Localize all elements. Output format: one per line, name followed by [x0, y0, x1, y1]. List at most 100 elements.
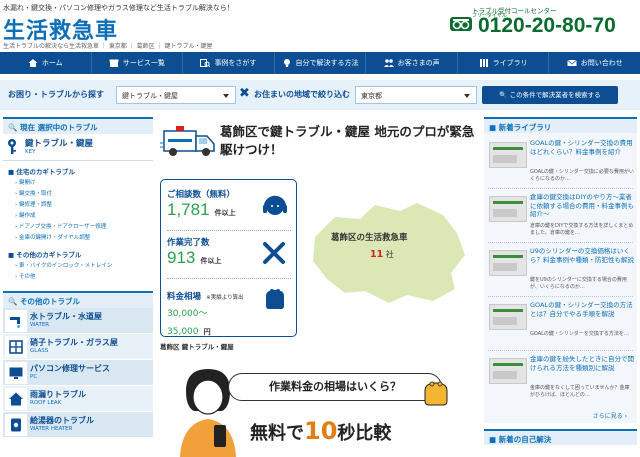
- coin-purse-icon: [424, 381, 448, 406]
- article-desc: 金庫の鍵をなくして困っていませんか？金庫がひらけば、ほとんどの…: [530, 385, 630, 398]
- subcategory-label: その他のカギトラブル: [16, 251, 82, 259]
- other-trouble-pc[interactable]: パソコン修理サービス PC: [3, 360, 153, 386]
- nav-label: ホーム: [41, 59, 63, 67]
- price-compare-banner[interactable]: 作業料金の相場はいくら？ 無料で10秒比較: [160, 357, 476, 457]
- key-icon: [8, 139, 16, 154]
- nav-home[interactable]: ホーム: [0, 52, 92, 74]
- rescue-truck-icon: [160, 126, 215, 156]
- nav-label: 自分で解決する方法: [295, 59, 359, 67]
- water-heater-icon: [5, 414, 27, 436]
- freedial-icon: [450, 17, 472, 31]
- nav-diy[interactable]: 自分で解決する方法: [275, 52, 367, 74]
- completed-label: 作業完了数: [167, 238, 210, 248]
- nav-library[interactable]: ライブラリ: [458, 52, 550, 74]
- faucet-icon: [5, 310, 27, 332]
- heading-label: 新着ライブラリ: [498, 123, 552, 132]
- price-stat: 料金相場 ※実績より算出 30,000〜 35,000 円: [167, 284, 244, 338]
- sub-link[interactable]: ドアノブ交換・ドアクローザー修理: [15, 222, 153, 233]
- phone-contact[interactable]: トラブル受付コールセンター フリーダイヤル 0120-20-80-70: [448, 4, 638, 44]
- search-submit-button[interactable]: 🔍 この条件で解決業者を検索する: [482, 86, 618, 104]
- trouble-sub: ROOF LEAK: [30, 400, 62, 406]
- nav-label: 事例をさがす: [214, 59, 257, 67]
- library-heading: ■ 新着ライブラリ: [484, 117, 637, 133]
- sub-link[interactable]: 鍵交換・取付: [15, 189, 153, 200]
- map-count: 11 社: [370, 249, 394, 260]
- library-item[interactable]: 金庫の鍵を紛失したときに自分で開けられる方法を種類別に解説 金庫の鍵をなくして困…: [488, 351, 634, 405]
- search-button-label: この条件で解決業者を検索する: [509, 91, 601, 99]
- completed-stat: 作業完了数 913 件以上: [167, 236, 221, 268]
- trouble-title: パソコン修理サービス: [30, 364, 110, 373]
- headline-part: 秒比較: [337, 423, 392, 444]
- library-item[interactable]: 倉庫の鍵交換はDIYのやり方〜業者に依頼する場合の費用・料金事例も紹介〜 倉庫の…: [488, 189, 634, 243]
- phone-number[interactable]: 0120-20-80-70: [478, 14, 616, 38]
- article-thumbnail: [489, 142, 527, 168]
- trouble-sub: WATER: [30, 322, 50, 328]
- trouble-title: 給湯器のトラブル: [30, 416, 94, 425]
- article-title[interactable]: GOALの鍵・シリンダー交換の費用はどれくらい？料金事例を紹介: [530, 139, 634, 156]
- nav-contact[interactable]: お問い合わせ: [549, 52, 640, 74]
- other-trouble-roof[interactable]: 雨漏りトラブル ROOF LEAK: [3, 386, 153, 412]
- library-item[interactable]: GOALの鍵・シリンダー交換の方法とは？自分でやる手順を解説 GOALの鍵・シリ…: [488, 297, 633, 351]
- trouble-sub: GLASS: [30, 348, 49, 354]
- nav-label: ライブラリ: [492, 59, 528, 67]
- other-trouble-glass[interactable]: 硝子トラブル・ガラス屋 GLASS: [3, 334, 153, 360]
- right-sidebar: ■ 新着ライブラリ GOALの鍵・シリンダー交換の費用はどれくらい？料金事例を紹…: [484, 117, 637, 455]
- sub-link[interactable]: 車・バイクのインロック・メトレイン: [15, 261, 153, 272]
- nav-cases[interactable]: 事例をさがす: [183, 52, 275, 74]
- current-trouble-key[interactable]: 鍵トラブル・鍵屋 KEY: [3, 134, 153, 161]
- area-select[interactable]: 東京都: [355, 86, 477, 104]
- subcategory-list: 鍵開け 鍵交換・取付 鍵修理・調整 鍵作成 ドアノブ交換・ドアクローザー修理 金…: [3, 178, 153, 244]
- banner-headline: 無料で10秒比較: [250, 417, 391, 445]
- headline-part: 無料で: [250, 423, 304, 444]
- wallet-icon: [266, 289, 284, 309]
- breadcrumb[interactable]: 生活トラブルの解決なら生活救急車 ｜ 東京都 ｜ 葛飾区 ｜ 鍵トラブル・鍵屋: [3, 41, 212, 50]
- sub-link[interactable]: 鍵開け: [15, 178, 153, 189]
- window-icon: [5, 336, 27, 358]
- consult-value: 1,781: [167, 200, 210, 219]
- price-value-max: 35,000: [167, 327, 199, 337]
- trouble-title: 水トラブル・水道屋: [30, 312, 102, 321]
- other-trouble-heater[interactable]: 給湯器のトラブル WATER HEATER: [3, 412, 153, 438]
- trouble-select[interactable]: 鍵トラブル・鍵屋: [116, 86, 236, 104]
- nav-voices[interactable]: お客さまの声: [366, 52, 458, 74]
- close-icon: ✖: [239, 86, 250, 101]
- current-trouble-title: 鍵トラブル・鍵屋: [25, 139, 94, 149]
- left-sidebar: 🔍 現在 選択中のトラブル 鍵トラブル・鍵屋 KEY ■ 住宅のカギトラブル 鍵…: [3, 117, 153, 455]
- map-count-value: 11: [370, 249, 384, 260]
- article-title[interactable]: 金庫の鍵を紛失したときに自分で開けられる方法を種類別に解説: [530, 355, 634, 372]
- sub-link[interactable]: 鍵作成: [15, 211, 153, 222]
- price-value-min: 30,000〜: [167, 309, 208, 319]
- house-icon: [5, 388, 27, 410]
- tools-icon: [263, 242, 285, 264]
- map-count-unit: 社: [385, 250, 394, 259]
- completed-value: 913: [167, 248, 196, 267]
- nav-label: お問い合わせ: [580, 59, 623, 67]
- article-thumbnail: [489, 250, 527, 276]
- more-link[interactable]: さらに見る ›: [484, 407, 637, 423]
- article-title[interactable]: U9のシリンダーの交換価格はいくら？料金事例や種類・防犯性も解説: [530, 247, 634, 264]
- sub-link[interactable]: その他: [15, 272, 153, 283]
- search-case-icon: [200, 59, 211, 68]
- nav-label: お客さまの声: [397, 59, 440, 67]
- section-title: 葛飾区 鍵トラブル・鍵屋: [160, 343, 234, 351]
- price-unit: 円: [203, 328, 211, 336]
- article-title[interactable]: GOALの鍵・シリンダー交換の方法とは？自分でやる手順を解説: [530, 301, 634, 318]
- article-title[interactable]: 倉庫の鍵交換はDIYのやり方〜業者に依頼する場合の費用・料金事例も紹介〜: [530, 193, 634, 219]
- sub-link[interactable]: 鍵修理・調整: [15, 200, 153, 211]
- consult-unit: 件以上: [214, 209, 236, 217]
- sub-link[interactable]: 金庫の鍵開け・ダイヤル調整: [15, 233, 153, 244]
- nav-label: サービス一覧: [122, 59, 165, 67]
- other-trouble-water[interactable]: 水トラブル・水道屋 WATER: [3, 308, 153, 334]
- nav-services[interactable]: サービス一覧: [92, 52, 184, 74]
- library-item[interactable]: GOALの鍵・シリンダー交換の費用はどれくらい？料金事例を紹介 GOALの鍵・シ…: [488, 135, 634, 189]
- heading-label: その他のトラブル: [19, 297, 80, 306]
- price-label: 料金相場: [167, 292, 202, 302]
- subcategory-list: 車・バイクのインロック・メトレイン その他: [3, 261, 153, 283]
- people-icon: [383, 59, 394, 67]
- main-nav: ホーム サービス一覧 事例をさがす 自分で解決する方法 お客さまの声 ライブラリ…: [0, 52, 640, 74]
- article-thumbnail: [489, 304, 527, 330]
- headline-highlight: 10: [304, 417, 338, 445]
- library-item[interactable]: U9のシリンダーの交換価格はいくら？料金事例や種類・防犯性も解説 鍵をU9のシリ…: [488, 243, 634, 297]
- trouble-title: 硝子トラブル・ガラス屋: [30, 338, 118, 347]
- trouble-search-label: お困り・トラブルから探す: [8, 90, 104, 99]
